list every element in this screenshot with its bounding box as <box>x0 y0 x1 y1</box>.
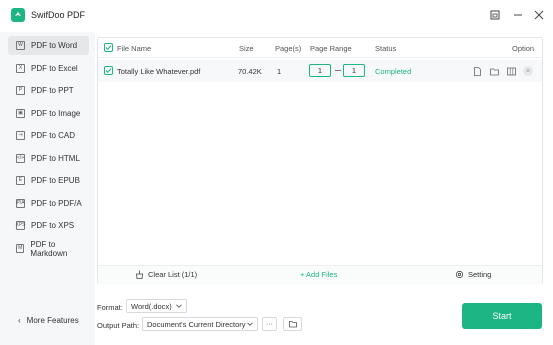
header-status: Status <box>375 44 397 53</box>
file-size: 70.42K <box>238 67 262 76</box>
close-button[interactable] <box>532 8 546 22</box>
sidebar-item-label: PDF to PPT <box>31 86 74 95</box>
sidebar-item-pdf-to-image[interactable]: ▣ PDF to Image <box>8 104 89 123</box>
sidebar-item-pdf-to-epub[interactable]: E PDF to EPUB <box>8 171 89 190</box>
sidebar-item-label: PDF to Word <box>31 41 78 50</box>
table-row[interactable]: Totally Like Whatever.pdf 70.42K 1 1 1 C… <box>98 60 542 82</box>
open-file-icon[interactable] <box>472 66 482 76</box>
add-files-label: + Add Files <box>300 270 338 279</box>
chevron-down-icon <box>176 304 182 308</box>
title-bar: SwifDoo PDF <box>0 0 553 32</box>
file-name: Totally Like Whatever.pdf <box>117 67 201 76</box>
sidebar-item-label: PDF to XPS <box>31 221 75 230</box>
setting-label: Setting <box>468 270 492 279</box>
range-separator <box>335 70 341 71</box>
select-all-checkbox[interactable] <box>104 43 113 52</box>
sidebar-item-label: PDF to CAD <box>31 131 76 140</box>
table-header: File Name Size Page(s) Page Range Status… <box>98 38 542 58</box>
sidebar-item-label: PDF to Image <box>31 109 81 118</box>
status-text: Completed <box>375 67 412 76</box>
folder-icon <box>288 321 297 328</box>
header-file-name: File Name <box>117 44 152 53</box>
gear-icon <box>455 270 464 279</box>
pdfa-icon: P/A <box>16 199 25 208</box>
clear-list-label: Clear List (1/1) <box>148 270 198 279</box>
list-actions-bar: Clear List (1/1) + Add Files Setting <box>98 265 542 285</box>
more-features-button[interactable]: ‹ More Features <box>18 316 79 325</box>
markdown-icon: M <box>16 244 25 253</box>
app-logo-icon <box>11 8 25 22</box>
ppt-icon: P <box>16 86 25 95</box>
sidebar-item-pdf-to-word[interactable]: W PDF to Word <box>8 36 89 55</box>
format-label: Format: <box>97 303 123 312</box>
sidebar-item-pdf-to-pdfa[interactable]: P/A PDF to PDF/A <box>8 194 89 213</box>
more-features-label: More Features <box>26 316 79 325</box>
image-icon: ▣ <box>16 109 25 118</box>
page-range-to-input[interactable]: 1 <box>343 64 365 77</box>
format-value: Word(.docx) <box>131 301 172 311</box>
page-settings-icon[interactable] <box>506 66 516 76</box>
minimize-button[interactable] <box>511 8 525 22</box>
cad-icon: ⇥ <box>16 131 25 140</box>
screenshot-icon[interactable] <box>488 8 502 22</box>
output-path-value: Document's Current Directory <box>147 319 246 329</box>
header-size: Size <box>239 44 254 53</box>
open-folder-icon[interactable] <box>489 66 499 76</box>
header-option: Option <box>512 44 535 53</box>
sidebar-item-pdf-to-xps[interactable]: XPS PDF to XPS <box>8 216 89 235</box>
setting-button[interactable]: Setting <box>455 270 491 279</box>
app-title: SwifDoo PDF <box>31 10 86 20</box>
word-icon: W <box>16 41 25 50</box>
output-path-label: Output Path: <box>97 321 140 330</box>
sidebar-item-pdf-to-cad[interactable]: ⇥ PDF to CAD <box>8 126 89 145</box>
sidebar-item-label: PDF to EPUB <box>31 176 80 185</box>
browse-folder-button[interactable] <box>283 317 302 331</box>
more-options-button[interactable]: ··· <box>262 317 277 331</box>
sidebar-item-label: PDF to Excel <box>31 64 78 73</box>
broom-icon <box>136 270 143 279</box>
sidebar-item-pdf-to-excel[interactable]: X PDF to Excel <box>8 59 89 78</box>
header-page-range: Page Range <box>310 44 352 53</box>
add-files-button[interactable]: + Add Files <box>300 270 337 279</box>
output-path-select[interactable]: Document's Current Directory <box>142 317 258 331</box>
html-icon: </> <box>16 154 25 163</box>
chevron-left-icon: ‹ <box>18 316 21 325</box>
sidebar-item-label: PDF to PDF/A <box>31 199 82 208</box>
sidebar-item-pdf-to-markdown[interactable]: M PDF to Markdown <box>8 239 89 258</box>
sidebar-item-pdf-to-html[interactable]: </> PDF to HTML <box>8 149 89 168</box>
epub-icon: E <box>16 176 25 185</box>
sidebar-item-label: PDF to Markdown <box>30 239 68 258</box>
xps-icon: XPS <box>15 221 26 230</box>
sidebar-item-label: PDF to HTML <box>31 154 80 163</box>
clear-list-button[interactable]: Clear List (1/1) <box>135 270 197 279</box>
excel-icon: X <box>16 64 25 73</box>
page-count: 1 <box>277 67 282 76</box>
format-select[interactable]: Word(.docx) <box>126 299 187 313</box>
sidebar: W PDF to Word X PDF to Excel P PDF to PP… <box>0 32 95 345</box>
close-icon: × <box>523 66 533 76</box>
header-pages: Page(s) <box>275 44 302 53</box>
start-button[interactable]: Start <box>462 303 542 329</box>
file-list-panel: File Name Size Page(s) Page Range Status… <box>97 37 543 285</box>
row-checkbox[interactable] <box>104 66 113 75</box>
remove-row-button[interactable]: × <box>523 66 533 76</box>
sidebar-item-pdf-to-ppt[interactable]: P PDF to PPT <box>8 81 89 100</box>
chevron-down-icon <box>247 322 253 326</box>
page-range-from-input[interactable]: 1 <box>309 64 331 77</box>
